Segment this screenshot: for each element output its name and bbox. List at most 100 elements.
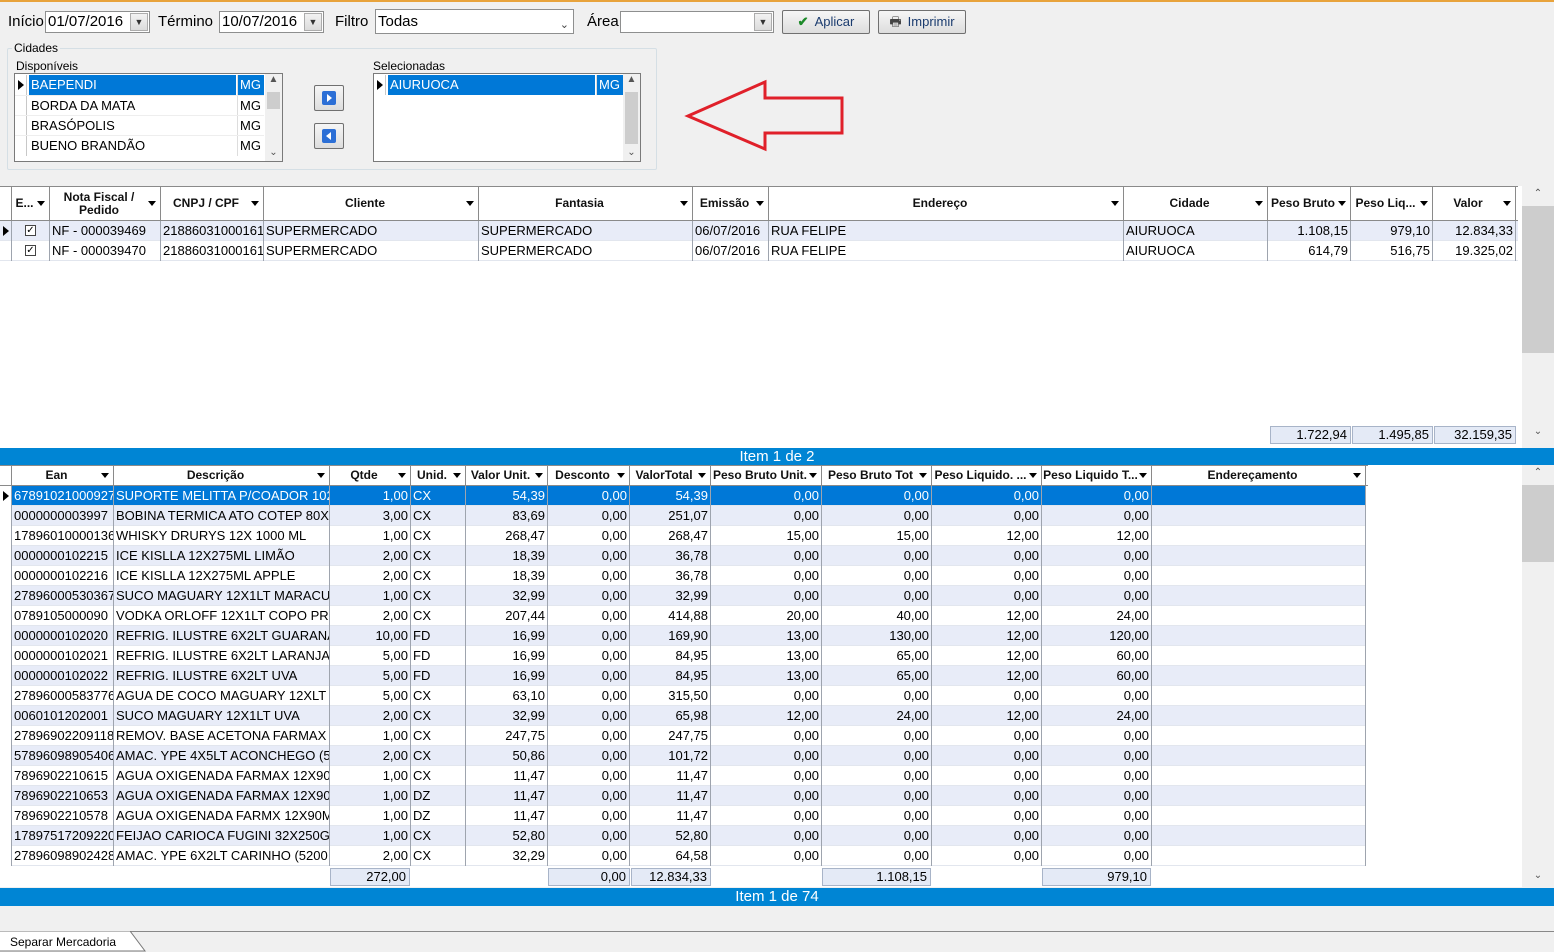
chevron-down-icon[interactable] xyxy=(37,200,45,206)
table-row[interactable]: 17896010000136 WHISKY DRURYS 12X 1000 ML 1… xyxy=(0,526,1366,546)
chevron-down-icon[interactable] xyxy=(1503,200,1511,206)
chevron-down-icon[interactable] xyxy=(680,200,688,206)
tab-separar-mercadoria[interactable]: Separar Mercadoria xyxy=(0,932,116,952)
scroll-down-icon[interactable]: ⌄ xyxy=(1522,426,1554,437)
city-list-item[interactable]: BORDA DA MATA MG xyxy=(15,95,264,116)
scroll-up-icon[interactable]: ▲ xyxy=(265,74,282,85)
column-header[interactable]: Nota Fiscal / Pedido xyxy=(50,187,161,220)
chevron-down-icon[interactable] xyxy=(398,472,406,478)
column-header[interactable]: Peso Bruto xyxy=(1268,187,1351,220)
scroll-thumb[interactable] xyxy=(1522,206,1554,353)
column-header[interactable]: Cliente xyxy=(264,187,479,220)
scroll-up-icon[interactable]: ⌃ xyxy=(1522,467,1554,478)
filtro-select[interactable]: Todas ⌄ xyxy=(375,9,574,34)
table-row[interactable]: 0060101202001 SUCO MAGUARY 12X1LT UVA 2,00… xyxy=(0,706,1366,726)
table-row[interactable]: 7896902210653 AGUA OXIGENADA FARMAX 12X90… xyxy=(0,786,1366,806)
row-indicator[interactable] xyxy=(0,221,12,241)
scroll-down-icon[interactable]: ⌄ xyxy=(623,147,640,158)
chevron-down-icon[interactable]: ⌄ xyxy=(560,14,569,33)
disponiveis-list[interactable]: ▲ ⌄ BAEPENDI MG BORDA DA MATA MG BRASÓPOLIS M… xyxy=(14,73,283,162)
table-row[interactable]: 0000000003997 BOBINA TERMICA ATO COTEP 80… xyxy=(0,506,1366,526)
chevron-down-icon[interactable] xyxy=(1338,200,1346,206)
row-indicator[interactable] xyxy=(0,241,12,261)
chevron-down-icon[interactable] xyxy=(756,200,764,206)
chevron-down-icon[interactable]: ▼ xyxy=(130,13,148,31)
chevron-down-icon[interactable]: ▼ xyxy=(304,13,322,31)
table-row[interactable]: 57896098905406 AMAC. YPE 4X5LT ACONCHEGO … xyxy=(0,746,1366,766)
column-header[interactable]: Emissão xyxy=(693,187,769,220)
column-header[interactable]: Cidade xyxy=(1124,187,1268,220)
table-row[interactable]: 0000000102020 REFRIG. ILUSTRE 6X2LT GUARA… xyxy=(0,626,1366,646)
table-row[interactable]: 0789105000090 VODKA ORLOFF 12X1LT COPO PR… xyxy=(0,606,1366,626)
chevron-down-icon[interactable] xyxy=(251,200,259,206)
city-list-item[interactable]: BRASÓPOLIS MG xyxy=(15,115,264,136)
scroll-thumb[interactable] xyxy=(267,92,280,109)
chevron-down-icon[interactable] xyxy=(1420,200,1428,206)
table-row[interactable]: 27896000583776 AGUA DE COCO MAGUARY 12XLT… xyxy=(0,686,1366,706)
column-header[interactable]: Peso Bruto Unit. xyxy=(711,466,822,485)
column-header[interactable]: Unid. xyxy=(411,466,466,485)
chevron-down-icon[interactable]: ▼ xyxy=(754,13,772,31)
remove-city-button[interactable] xyxy=(314,123,344,149)
column-header[interactable]: Endereço xyxy=(769,187,1124,220)
chevron-down-icon[interactable] xyxy=(617,472,625,478)
table-row[interactable]: 27896098902428 AMAC. YPE 6X2LT CARINHO (5… xyxy=(0,846,1366,866)
row-checkbox-cell[interactable]: ✓ xyxy=(12,221,50,241)
column-header[interactable]: Qtde xyxy=(330,466,411,485)
column-header[interactable]: CNPJ / CPF xyxy=(161,187,264,220)
itens-grid-scrollbar[interactable]: ⌃ ⌄ xyxy=(1522,465,1554,887)
chevron-down-icon[interactable] xyxy=(453,472,461,478)
chevron-down-icon[interactable] xyxy=(148,200,156,206)
city-list-item[interactable]: AIURUOCA MG xyxy=(374,75,623,95)
chevron-down-icon[interactable] xyxy=(317,472,325,478)
inicio-date-picker[interactable]: 01/07/2016 ▼ xyxy=(45,11,150,33)
column-header[interactable]: Fantasia xyxy=(479,187,693,220)
chevron-down-icon[interactable] xyxy=(101,472,109,478)
imprimir-button[interactable]: 🖶 Imprimir xyxy=(878,10,966,34)
chevron-down-icon[interactable] xyxy=(809,472,817,478)
column-header[interactable]: Endereçamento xyxy=(1152,466,1366,485)
table-row[interactable]: 17897517209220 FEIJAO CARIOCA FUGINI 32X2… xyxy=(0,826,1366,846)
city-list-item[interactable]: BUENO BRANDÃO MG xyxy=(15,135,264,156)
column-header[interactable]: Desconto xyxy=(548,466,630,485)
add-city-button[interactable] xyxy=(314,85,344,111)
chevron-down-icon[interactable] xyxy=(919,472,927,478)
table-row[interactable]: 67891021000927 SUPORTE MELITTA P/COADOR 1… xyxy=(0,486,1366,506)
termino-date-picker[interactable]: 10/07/2016 ▼ xyxy=(219,11,324,33)
scroll-thumb[interactable] xyxy=(625,92,638,144)
column-header[interactable]: Valor xyxy=(1433,187,1516,220)
column-header[interactable]: Peso Liquido. ... xyxy=(932,466,1042,485)
column-header[interactable]: Peso Bruto Tot xyxy=(822,466,932,485)
table-row[interactable]: 27896902209118 REMOV. BASE ACETONA FARMAX… xyxy=(0,726,1366,746)
column-header[interactable]: Peso Liq... xyxy=(1351,187,1433,220)
chevron-down-icon[interactable] xyxy=(1029,472,1037,478)
aplicar-button[interactable]: ✔ Aplicar xyxy=(782,10,870,34)
scroll-up-icon[interactable]: ⌃ xyxy=(1522,188,1554,199)
chevron-down-icon[interactable] xyxy=(1111,200,1119,206)
table-row[interactable]: 27896000530367 SUCO MAGUARY 12X1LT MARACU… xyxy=(0,586,1366,606)
notas-grid-scrollbar[interactable]: ⌃ ⌄ xyxy=(1522,186,1554,444)
chevron-down-icon[interactable] xyxy=(1139,472,1147,478)
table-row[interactable]: ✓ NF - 000039469 21886031000161 SUPERMERCAD… xyxy=(0,221,1518,241)
table-row[interactable]: ✓ NF - 000039470 21886031000161 SUPERMERCAD… xyxy=(0,241,1518,261)
scroll-thumb[interactable] xyxy=(1522,485,1554,562)
column-header[interactable]: Peso Liquido T... xyxy=(1042,466,1152,485)
city-list-item[interactable]: BAEPENDI MG xyxy=(15,75,264,95)
chevron-down-icon[interactable] xyxy=(1255,200,1263,206)
checkbox-checked-icon[interactable]: ✓ xyxy=(25,225,36,236)
area-select[interactable]: ▼ xyxy=(620,11,774,33)
table-row[interactable]: 0000000102022 REFRIG. ILUSTRE 6X2LT UVA 5,… xyxy=(0,666,1366,686)
table-row[interactable]: 7896902210615 AGUA OXIGENADA FARMAX 12X90… xyxy=(0,766,1366,786)
table-row[interactable]: 0000000102216 ICE KISLLA 12X275ML APPLE 2,… xyxy=(0,566,1366,586)
selecionadas-scrollbar[interactable]: ▲ ⌄ xyxy=(623,74,640,161)
table-row[interactable]: 0000000102215 ICE KISLLA 12X275ML LIMÃO 2,… xyxy=(0,546,1366,566)
scroll-up-icon[interactable]: ▲ xyxy=(623,74,640,85)
chevron-down-icon[interactable] xyxy=(1353,472,1361,478)
table-row[interactable]: 7896902210578 AGUA OXIGENADA FARMX 12X90M… xyxy=(0,806,1366,826)
column-header[interactable]: E... xyxy=(12,187,50,220)
column-header[interactable]: Ean xyxy=(12,466,114,485)
chevron-down-icon[interactable] xyxy=(466,200,474,206)
scroll-down-icon[interactable]: ⌄ xyxy=(1522,870,1554,881)
checkbox-checked-icon[interactable]: ✓ xyxy=(25,245,36,256)
column-header[interactable]: ValorTotal xyxy=(630,466,711,485)
